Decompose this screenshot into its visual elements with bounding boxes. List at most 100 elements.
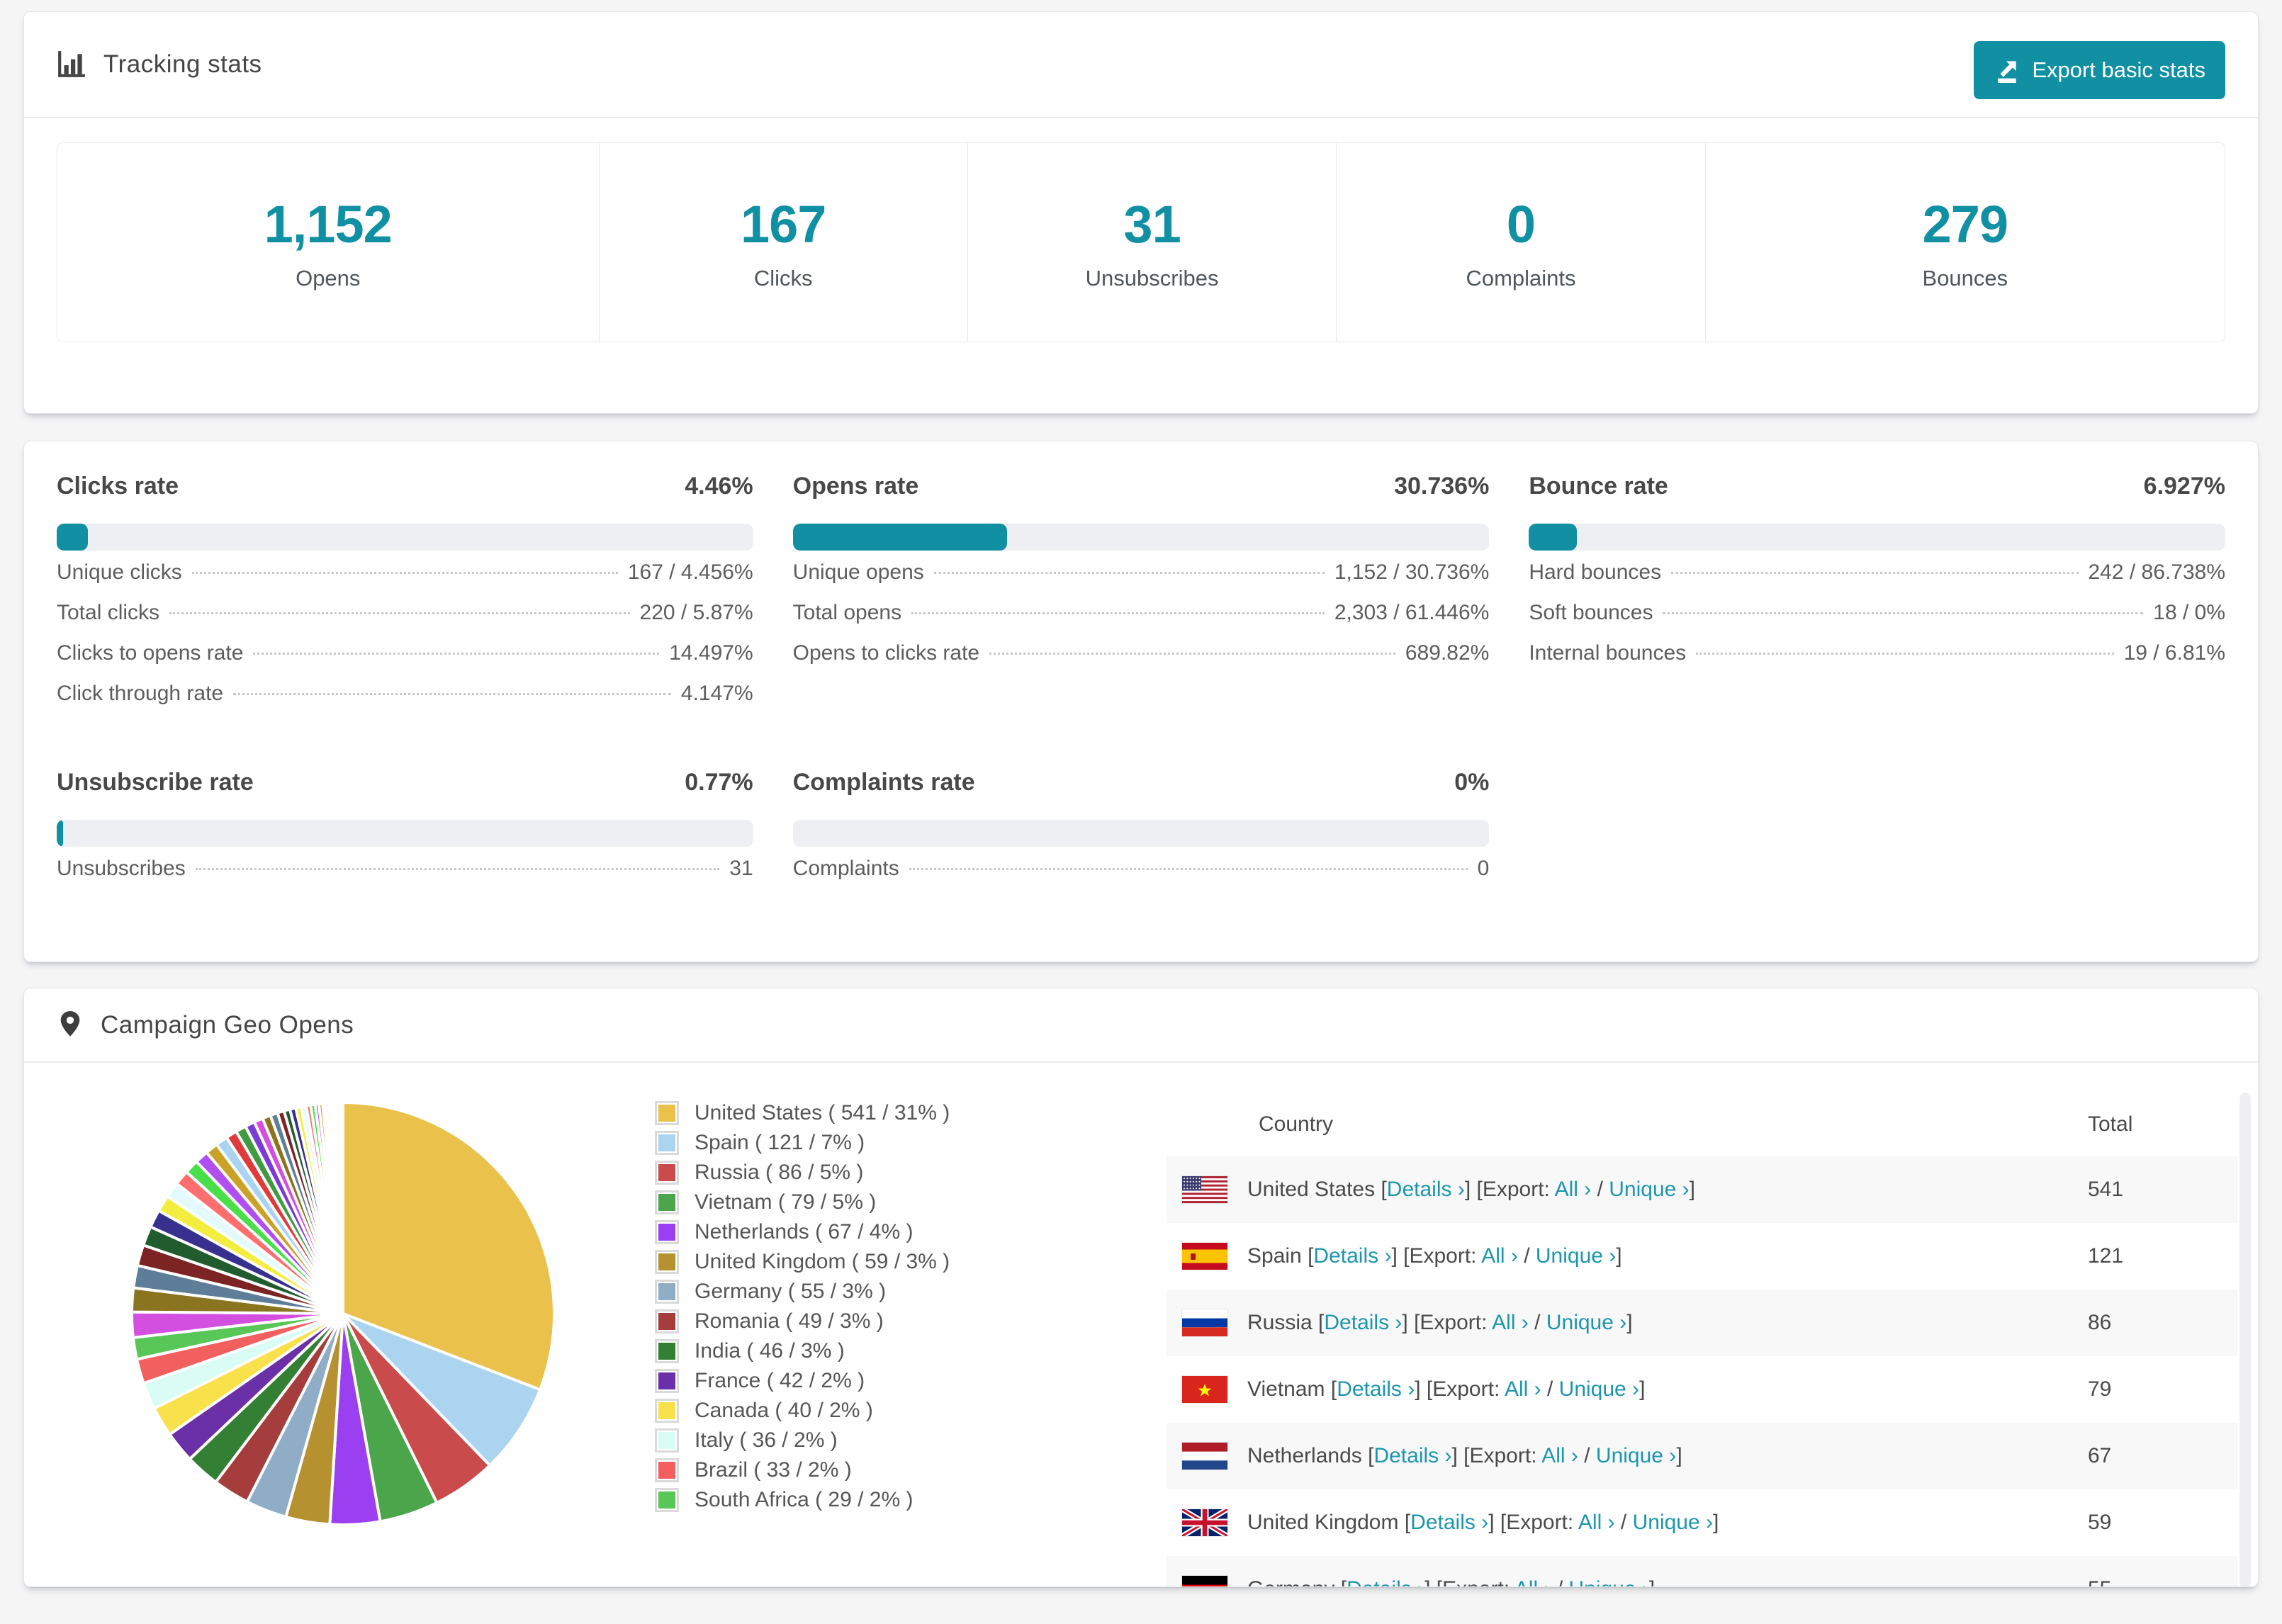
rate-row-label: Soft bounces bbox=[1529, 601, 1653, 624]
tracking-stats-card: Tracking stats Export basic stats 1,152 O… bbox=[23, 11, 2259, 414]
table-row-vn: Vietnam [Details ›] [Export: All › / Uni… bbox=[1167, 1356, 2238, 1423]
export-all-link[interactable]: All › bbox=[1514, 1577, 1551, 1586]
table-row-gb: United Kingdom [Details ›] [Export: All … bbox=[1167, 1489, 2238, 1556]
legend-color-swatch bbox=[655, 1101, 679, 1125]
total-cell: 86 bbox=[2088, 1311, 2112, 1334]
legend-color-swatch bbox=[655, 1309, 679, 1333]
geo-body: United States ( 541 / 31% ) Spain ( 121 /… bbox=[24, 1063, 2258, 1586]
export-unique-link[interactable]: Unique › bbox=[1569, 1577, 1649, 1586]
country-cell: Vietnam [Details ›] [Export: All › / Uni… bbox=[1247, 1377, 1646, 1401]
export-basic-stats-button[interactable]: Export basic stats bbox=[1974, 41, 2225, 99]
rate-block-bounce-rate: Bounce rate 6.927% Hard bounces 242 / 86… bbox=[1529, 473, 2225, 722]
rate-row-value: 14.497% bbox=[669, 641, 753, 665]
legend-item-spain[interactable]: Spain ( 121 / 7% ) bbox=[655, 1128, 950, 1158]
dotted-leader bbox=[933, 572, 1325, 574]
dotted-leader bbox=[191, 572, 618, 574]
legend-item-vietnam[interactable]: Vietnam ( 79 / 5% ) bbox=[655, 1188, 950, 1217]
rate-row: Internal bounces 19 / 6.81% bbox=[1529, 641, 2225, 682]
legend-label: Germany ( 55 / 3% ) bbox=[695, 1280, 887, 1303]
export-all-link[interactable]: All › bbox=[1541, 1444, 1578, 1467]
details-link[interactable]: Details › bbox=[1373, 1444, 1451, 1467]
details-link[interactable]: Details › bbox=[1387, 1178, 1465, 1201]
stat-cell-opens: 1,152 Opens bbox=[57, 143, 600, 342]
table-row-us: United States [Details ›] [Export: All ›… bbox=[1167, 1156, 2238, 1223]
legend-color-swatch bbox=[655, 1250, 679, 1274]
rate-row: Total clicks 220 / 5.87% bbox=[57, 601, 753, 641]
geo-title: Campaign Geo Opens bbox=[101, 1010, 354, 1039]
export-all-link[interactable]: All › bbox=[1481, 1244, 1518, 1268]
legend-color-swatch bbox=[655, 1280, 679, 1304]
export-unique-link[interactable]: Unique › bbox=[1546, 1311, 1626, 1334]
legend-item-france[interactable]: France ( 42 / 2% ) bbox=[655, 1366, 950, 1396]
dotted-leader bbox=[253, 653, 660, 655]
legend-item-russia[interactable]: Russia ( 86 / 5% ) bbox=[655, 1158, 950, 1188]
legend-item-canada[interactable]: Canada ( 40 / 2% ) bbox=[655, 1396, 950, 1426]
legend-label: Vietnam ( 79 / 5% ) bbox=[695, 1190, 877, 1214]
legend-item-germany[interactable]: Germany ( 55 / 3% ) bbox=[655, 1277, 950, 1307]
total-cell: 59 bbox=[2088, 1511, 2112, 1534]
legend-color-swatch bbox=[655, 1161, 679, 1185]
dotted-leader bbox=[909, 868, 1468, 870]
geo-header: Campaign Geo Opens bbox=[24, 988, 2258, 1063]
rate-value: 0.77% bbox=[685, 769, 753, 796]
progress-bar-fill bbox=[57, 820, 63, 847]
legend-item-united-states[interactable]: United States ( 541 / 31% ) bbox=[655, 1098, 950, 1128]
export-unique-link[interactable]: Unique › bbox=[1609, 1178, 1689, 1201]
stat-cell-clicks: 167 Clicks bbox=[600, 143, 968, 342]
table-scrollbar[interactable] bbox=[2239, 1093, 2251, 1586]
details-link[interactable]: Details › bbox=[1324, 1311, 1402, 1334]
export-unique-link[interactable]: Unique › bbox=[1559, 1377, 1639, 1401]
details-link[interactable]: Details › bbox=[1313, 1244, 1391, 1268]
export-icon bbox=[1994, 57, 2020, 84]
legend-label: United Kingdom ( 59 / 3% ) bbox=[695, 1250, 950, 1273]
export-all-link[interactable]: All › bbox=[1505, 1377, 1541, 1401]
export-all-link[interactable]: All › bbox=[1578, 1511, 1615, 1534]
legend-label: Romania ( 49 / 3% ) bbox=[695, 1309, 884, 1333]
stat-cell-unsubscribes: 31 Unsubscribes bbox=[968, 143, 1337, 342]
rate-row: Click through rate 4.147% bbox=[57, 682, 753, 722]
rate-title: Clicks rate bbox=[57, 473, 179, 500]
total-cell: 121 bbox=[2088, 1244, 2124, 1268]
details-link[interactable]: Details › bbox=[1337, 1377, 1415, 1401]
table-row-nl: Netherlands [Details ›] [Export: All › /… bbox=[1167, 1423, 2238, 1489]
legend-color-swatch bbox=[655, 1458, 679, 1482]
rate-row-label: Internal bounces bbox=[1529, 641, 1687, 665]
stat-label: Complaints bbox=[1466, 265, 1576, 291]
country-name: United States bbox=[1247, 1178, 1376, 1201]
rate-value: 0% bbox=[1454, 769, 1490, 796]
rate-head: Clicks rate 4.46% bbox=[57, 473, 753, 502]
stat-label: Unsubscribes bbox=[1085, 265, 1219, 291]
rate-row: Unsubscribes 31 bbox=[57, 857, 753, 897]
legend-item-romania[interactable]: Romania ( 49 / 3% ) bbox=[655, 1307, 950, 1336]
progress-bar-fill bbox=[57, 524, 88, 551]
rate-row: Unique opens 1,152 / 30.736% bbox=[793, 560, 1490, 601]
legend-item-south-africa[interactable]: South Africa ( 29 / 2% ) bbox=[655, 1485, 950, 1515]
map-pin-icon bbox=[57, 1010, 84, 1041]
details-link[interactable]: Details › bbox=[1347, 1577, 1424, 1586]
export-unique-link[interactable]: Unique › bbox=[1633, 1511, 1713, 1534]
legend-item-netherlands[interactable]: Netherlands ( 67 / 4% ) bbox=[655, 1217, 950, 1247]
country-cell: Germany [Details ›] [Export: All › / Uni… bbox=[1247, 1577, 1655, 1586]
total-cell: 55 bbox=[2088, 1577, 2111, 1586]
details-link[interactable]: Details › bbox=[1410, 1511, 1488, 1534]
country-cell: Spain [Details ›] [Export: All › / Uniqu… bbox=[1247, 1244, 1622, 1268]
legend-item-italy[interactable]: Italy ( 36 / 2% ) bbox=[655, 1426, 950, 1455]
rate-row-value: 242 / 86.738% bbox=[2088, 560, 2226, 584]
stat-label: Bounces bbox=[1922, 265, 2008, 291]
rate-row: Opens to clicks rate 689.82% bbox=[793, 641, 1490, 682]
progress-bar-fill bbox=[1529, 524, 1578, 551]
legend-label: Netherlands ( 67 / 4% ) bbox=[695, 1220, 914, 1244]
export-unique-link[interactable]: Unique › bbox=[1596, 1444, 1676, 1467]
export-unique-link[interactable]: Unique › bbox=[1536, 1244, 1616, 1268]
legend-item-india[interactable]: India ( 46 / 3% ) bbox=[655, 1336, 950, 1366]
column-header-total: Total bbox=[2088, 1112, 2133, 1136]
rate-row-label: Total opens bbox=[792, 601, 902, 624]
legend-item-brazil[interactable]: Brazil ( 33 / 2% ) bbox=[655, 1455, 950, 1485]
legend-item-united-kingdom[interactable]: United Kingdom ( 59 / 3% ) bbox=[655, 1247, 950, 1277]
page-title: Tracking stats bbox=[103, 50, 262, 78]
export-all-link[interactable]: All › bbox=[1555, 1178, 1592, 1201]
rate-row: Hard bounces 242 / 86.738% bbox=[1529, 560, 2225, 601]
export-all-link[interactable]: All › bbox=[1492, 1311, 1529, 1334]
progress-bar bbox=[792, 524, 1490, 551]
country-name: Germany bbox=[1247, 1577, 1334, 1586]
